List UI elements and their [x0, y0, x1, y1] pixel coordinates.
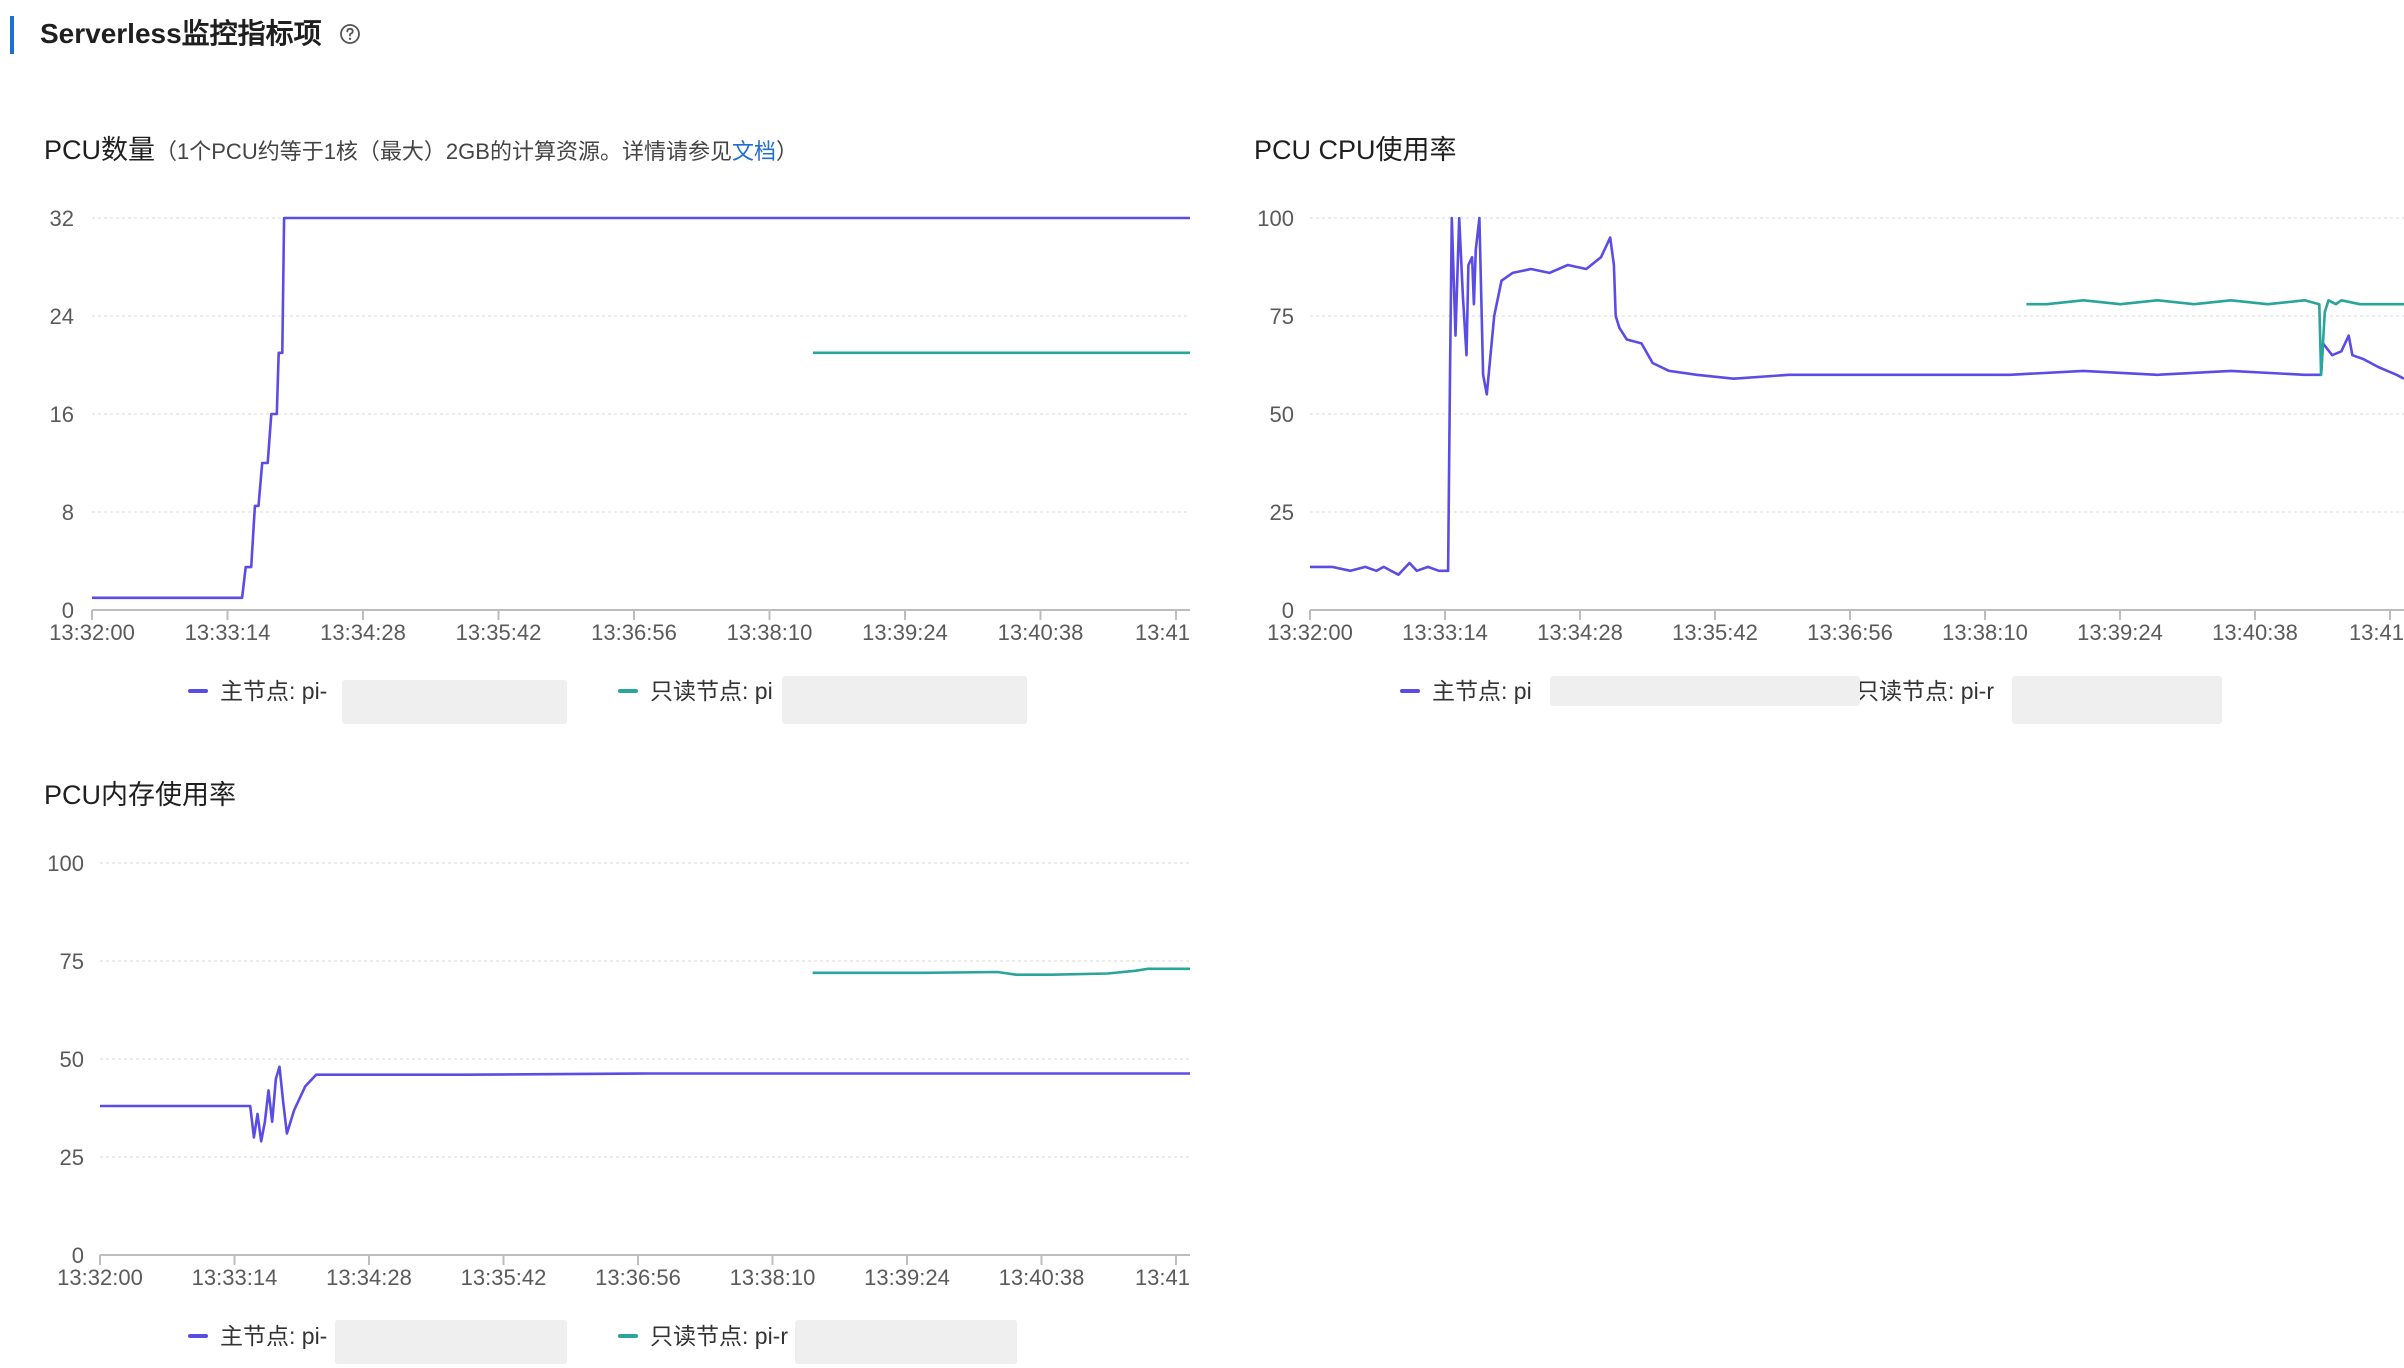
x-tick-label: 13:41	[1135, 1265, 1190, 1290]
legend-label[interactable]: 只读节点: pi	[650, 678, 773, 704]
chart-pcu-cpu: 025507510013:32:00 13:33:14 13:34:28 13:35:…	[1257, 206, 2404, 704]
y-tick-label: 16	[50, 402, 74, 427]
x-tick-label: 13:40:38	[2212, 620, 2298, 645]
chart-pcu-count: 0816243213:32:00 13:33:14 13:34:28 13:35:42…	[49, 206, 1190, 704]
section-header: Serverless监控指标项	[0, 0, 2404, 70]
x-tick-label: 13:33:14	[1402, 620, 1488, 645]
x-tick-label: 13:36:56	[595, 1265, 681, 1290]
x-tick-label: 13:40:38	[998, 620, 1084, 645]
help-icon[interactable]	[338, 22, 362, 46]
section-title: Serverless监控指标项	[40, 18, 322, 49]
x-tick-label: 13:38:10	[1942, 620, 2028, 645]
x-tick-label: 13:41	[1135, 620, 1190, 645]
x-tick-label: 13:32:00	[49, 620, 135, 645]
x-tick-label: 13:33:14	[192, 1265, 278, 1290]
x-tick-label: 13:41	[2349, 620, 2404, 645]
x-tick-label: 13:40:38	[999, 1265, 1085, 1290]
x-tick-label: 13:33:14	[185, 620, 271, 645]
y-tick-label: 100	[47, 851, 84, 876]
legend-redacted	[795, 1320, 1017, 1364]
legend-label[interactable]: 只读节点: pi-r	[1856, 678, 1994, 704]
x-tick-label: 13:34:28	[320, 620, 406, 645]
x-tick-label: 13:39:24	[862, 620, 948, 645]
chart-pcu-mem: 025507510013:32:00 13:33:14 13:34:28 13:35:…	[47, 851, 1190, 1349]
x-tick-label: 13:36:56	[591, 620, 677, 645]
x-tick-label: 13:38:10	[727, 620, 813, 645]
legend-label[interactable]: 只读节点: pi-r	[650, 1323, 788, 1349]
series-line-primary[interactable]	[100, 1065, 1190, 1143]
x-tick-label: 13:32:00	[1267, 620, 1353, 645]
y-tick-label: 100	[1257, 206, 1294, 231]
y-tick-label: 25	[60, 1145, 84, 1170]
y-tick-label: 50	[60, 1047, 84, 1072]
series-line-readonly[interactable]	[812, 967, 1190, 976]
legend-redacted	[335, 1320, 567, 1364]
legend-redacted	[2012, 676, 2222, 724]
legend-label[interactable]: 主节点: pi-	[220, 678, 327, 704]
series-line-primary[interactable]	[92, 216, 1190, 600]
y-tick-label: 75	[60, 949, 84, 974]
y-tick-label: 75	[1270, 304, 1294, 329]
y-tick-label: 25	[1270, 500, 1294, 525]
x-tick-label: 13:39:24	[864, 1265, 950, 1290]
legend-redacted	[1550, 676, 1860, 706]
x-tick-label: 13:35:42	[461, 1265, 547, 1290]
x-tick-label: 13:36:56	[1807, 620, 1893, 645]
x-tick-label: 13:35:42	[456, 620, 542, 645]
legend-redacted	[782, 676, 1027, 724]
legend-redacted	[342, 680, 567, 724]
x-tick-label: 13:34:28	[326, 1265, 412, 1290]
x-tick-label: 13:34:28	[1537, 620, 1623, 645]
y-tick-label: 32	[50, 206, 74, 231]
x-tick-label: 13:35:42	[1672, 620, 1758, 645]
y-tick-label: 50	[1270, 402, 1294, 427]
x-tick-label: 13:39:24	[2077, 620, 2163, 645]
y-tick-label: 24	[50, 304, 74, 329]
legend-label[interactable]: 主节点: pi	[1432, 678, 1532, 704]
x-tick-label: 13:32:00	[57, 1265, 143, 1290]
y-tick-label: 8	[62, 500, 74, 525]
section-accent-bar	[10, 16, 14, 54]
series-line-primary[interactable]	[1310, 216, 2404, 576]
x-tick-label: 13:38:10	[730, 1265, 816, 1290]
legend-label[interactable]: 主节点: pi-	[220, 1323, 327, 1349]
